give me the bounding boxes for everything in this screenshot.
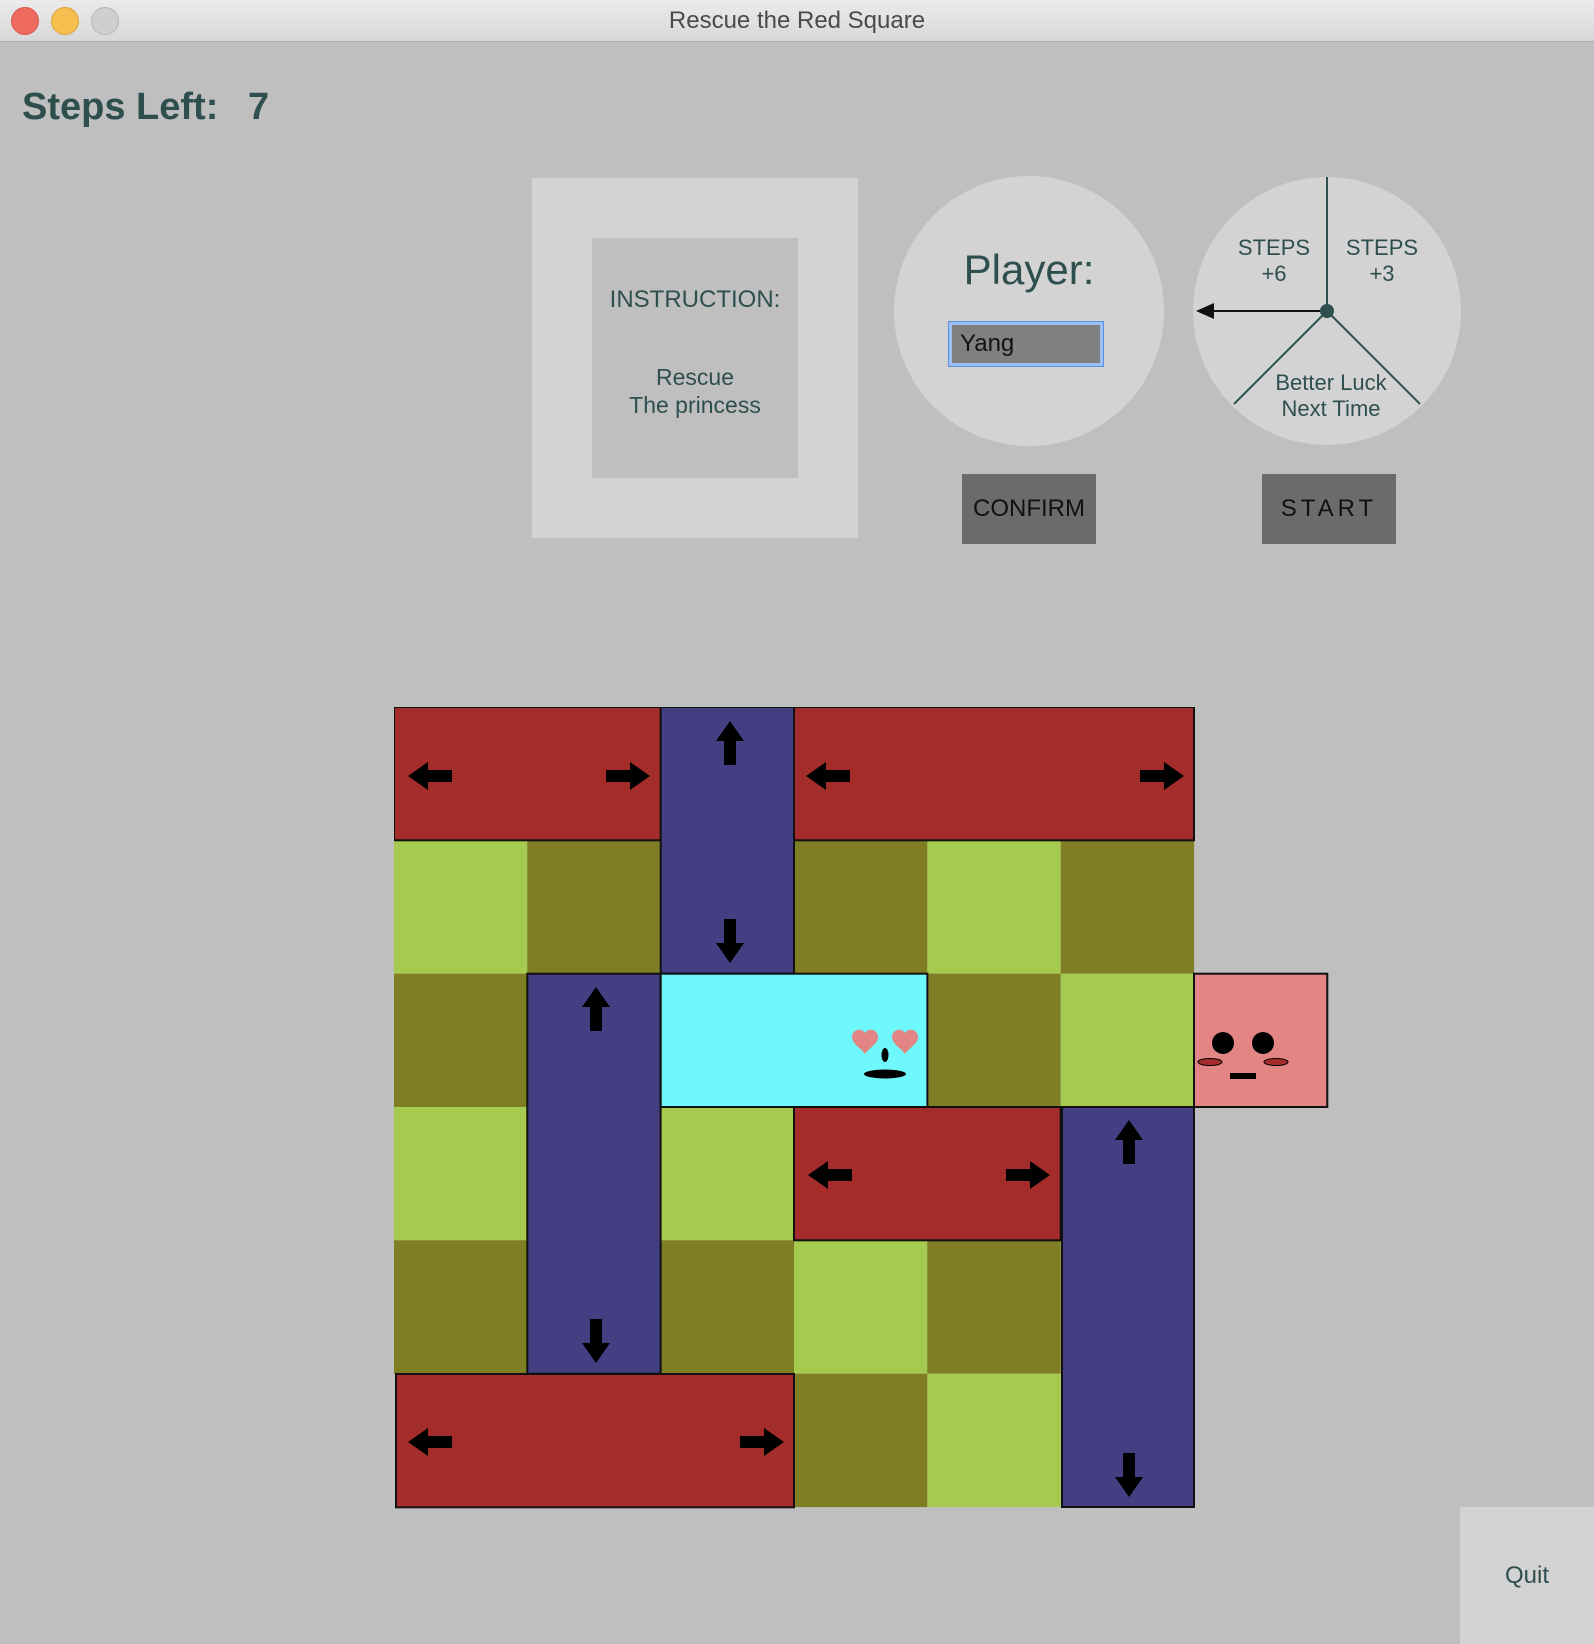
quit-button[interactable]: Quit xyxy=(1460,1507,1594,1644)
window-title: Rescue the Red Square xyxy=(668,7,926,34)
horizontal-block[interactable] xyxy=(395,1373,795,1509)
title-bar: Rescue the Red Square xyxy=(0,0,1594,42)
steps-left-label: Steps Left: xyxy=(22,86,219,128)
instruction-panel: INSTRUCTION: Rescue The princess xyxy=(532,178,858,538)
horizontal-block[interactable] xyxy=(394,707,662,842)
wheel-hub xyxy=(1320,304,1334,318)
instruction-heading: INSTRUCTION: xyxy=(609,286,781,313)
horizontal-block[interactable] xyxy=(793,1106,1062,1242)
tile-light xyxy=(794,1240,928,1374)
tile-light xyxy=(927,840,1061,974)
tile-dark xyxy=(527,840,661,974)
tile-dark xyxy=(660,1240,795,1374)
tile-dark xyxy=(794,840,928,974)
confirm-button[interactable]: CONFIRM xyxy=(962,474,1096,544)
vertical-block[interactable] xyxy=(659,707,796,975)
player-panel: Player: xyxy=(894,176,1164,446)
tile-light xyxy=(394,1107,528,1241)
princess-block xyxy=(1193,972,1329,1109)
tile-dark xyxy=(394,1240,528,1374)
instruction-box: INSTRUCTION: Rescue The princess xyxy=(592,238,798,478)
instruction-line-2: The princess xyxy=(629,392,761,418)
tile-dark xyxy=(394,973,528,1108)
tile-light xyxy=(927,1373,1061,1508)
wheel-segment-steps3-line2: +3 xyxy=(1369,261,1394,286)
tile-dark xyxy=(927,1240,1061,1374)
vertical-block[interactable] xyxy=(526,972,662,1375)
tile-light xyxy=(394,840,528,974)
player-label: Player: xyxy=(963,246,1095,293)
tile-light xyxy=(660,1107,795,1241)
tile-dark xyxy=(927,973,1061,1108)
vertical-block[interactable] xyxy=(1061,1106,1195,1508)
horizontal-block[interactable] xyxy=(793,707,1195,842)
hero-block[interactable] xyxy=(659,972,929,1109)
wheel-segment-steps6-line1: STEPS xyxy=(1238,235,1310,260)
tile-dark xyxy=(1060,840,1195,974)
steps-left-value: 7 xyxy=(248,86,270,128)
start-button[interactable]: START xyxy=(1262,474,1396,544)
wheel-segment-badluck-line1: Better Luck xyxy=(1275,370,1387,395)
player-name-input[interactable] xyxy=(948,321,1104,367)
tile-light xyxy=(1060,973,1195,1108)
tile-dark xyxy=(794,1373,928,1508)
game-board xyxy=(394,707,1329,1509)
wheel-segment-badluck-line2: Next Time xyxy=(1281,396,1380,421)
spin-wheel: STEPS +6 STEPS +3 Better Luck Next Time xyxy=(1193,177,1461,445)
instruction-line-1: Rescue xyxy=(656,364,734,390)
wheel-segment-steps3-line1: STEPS xyxy=(1346,235,1418,260)
wheel-segment-steps6-line2: +6 xyxy=(1261,261,1286,286)
